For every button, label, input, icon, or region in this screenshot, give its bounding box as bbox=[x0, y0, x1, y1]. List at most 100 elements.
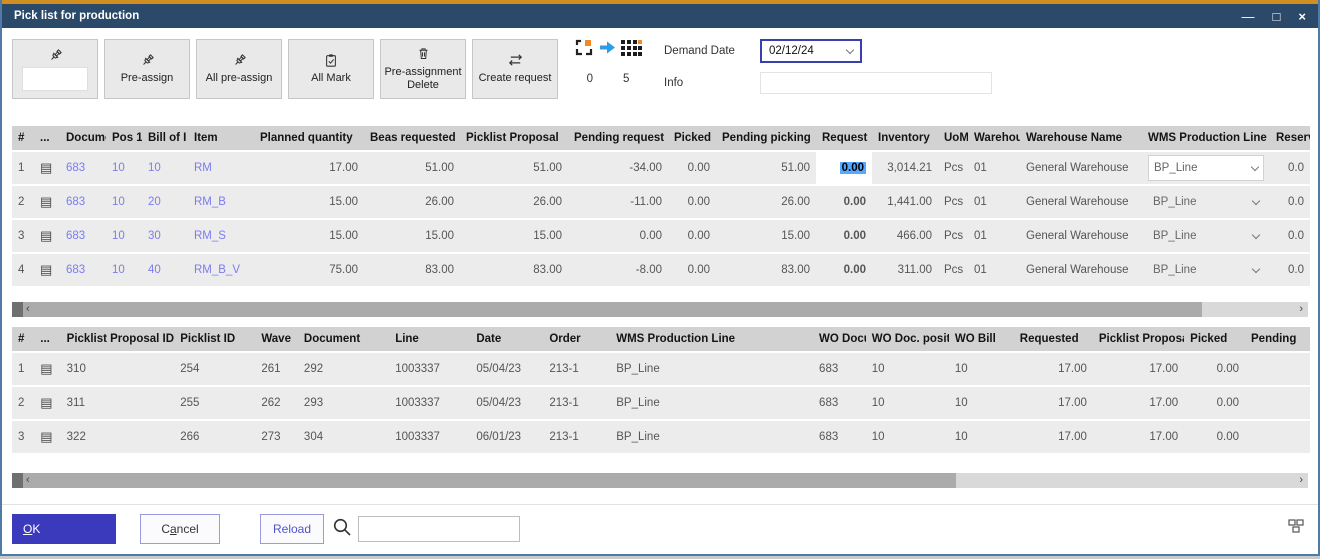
col-header-wo_bill[interactable]: WO Bill bbox=[949, 327, 1014, 351]
col-header-wo_doc[interactable]: WO Docum bbox=[813, 327, 866, 351]
table-row[interactable]: 1▤6831010RM17.0051.0051.00-34.000.0051.0… bbox=[12, 152, 1310, 184]
col-header-date[interactable]: Date bbox=[470, 327, 543, 351]
col-header-reserved[interactable]: Reserved bbox=[1270, 126, 1310, 150]
table1-horizontal-scrollbar[interactable]: ‹ › bbox=[12, 302, 1308, 317]
col-header-pending_picking[interactable]: Pending picking bbox=[716, 126, 816, 150]
row-details-icon[interactable]: ▤ bbox=[40, 194, 52, 209]
close-icon[interactable]: × bbox=[1298, 10, 1306, 23]
wms-line-dropdown[interactable]: BP_Line bbox=[1148, 223, 1264, 249]
col-header-uom[interactable]: UoM bbox=[938, 126, 968, 150]
scroll-left-icon[interactable]: ‹ bbox=[23, 302, 33, 317]
col-header-requested[interactable]: Requested bbox=[1014, 327, 1093, 351]
scrollbar-thumb[interactable]: ‹ bbox=[23, 473, 956, 488]
link-bill[interactable]: 20 bbox=[148, 196, 161, 208]
col-header-line[interactable]: Line bbox=[389, 327, 470, 351]
table-row[interactable]: 4▤6831040RM_B_V75.0083.0083.00-8.000.008… bbox=[12, 254, 1310, 286]
table-row[interactable]: 3▤6831030RM_S15.0015.0015.000.000.0015.0… bbox=[12, 220, 1310, 252]
search-icon[interactable] bbox=[332, 517, 352, 542]
table-row[interactable]: 3▤322266273304100333706/01/23213-1BP_Lin… bbox=[12, 421, 1310, 453]
col-header-wave[interactable]: Wave bbox=[255, 327, 298, 351]
col-header-inventory[interactable]: Inventory bbox=[872, 126, 938, 150]
toolbar-pin-input[interactable] bbox=[22, 67, 88, 91]
link-bill[interactable]: 30 bbox=[148, 230, 161, 242]
col-header-num[interactable]: # bbox=[12, 126, 34, 150]
link-item[interactable]: RM_S bbox=[194, 230, 226, 242]
info-input[interactable] bbox=[760, 72, 992, 94]
link-bill[interactable]: 40 bbox=[148, 264, 161, 276]
col-header-expand[interactable]: ... bbox=[34, 327, 60, 351]
maximize-icon[interactable]: □ bbox=[1273, 10, 1281, 23]
cell-request[interactable]: 0.00 bbox=[816, 254, 872, 286]
row-details-icon[interactable]: ▤ bbox=[40, 395, 52, 410]
reload-button[interactable]: Reload bbox=[260, 514, 324, 544]
link-item[interactable]: RM bbox=[194, 162, 212, 174]
col-header-pending_request[interactable]: Pending request bbox=[568, 126, 668, 150]
wms-line-dropdown[interactable]: BP_Line bbox=[1148, 257, 1264, 283]
col-header-picked[interactable]: Picked bbox=[668, 126, 716, 150]
col-header-request[interactable]: Request bbox=[816, 126, 872, 150]
link-pos[interactable]: 10 bbox=[112, 264, 125, 276]
link-pos[interactable]: 10 bbox=[112, 196, 125, 208]
row-details-icon[interactable]: ▤ bbox=[40, 361, 52, 376]
cell-request[interactable]: 0.00 bbox=[816, 186, 872, 218]
col-header-picklist_proposal[interactable]: Picklist Proposal bbox=[460, 126, 568, 150]
col-header-planned_qty[interactable]: Planned quantity bbox=[254, 126, 364, 150]
col-header-wms_line[interactable]: WMS Production Line bbox=[1142, 126, 1270, 150]
col-header-pos[interactable]: Pos 1 bbox=[106, 126, 142, 150]
toolbar-button-pin-field[interactable] bbox=[12, 39, 98, 99]
col-header-item[interactable]: Item bbox=[188, 126, 254, 150]
col-header-wo_pos[interactable]: WO Doc. position bbox=[866, 327, 949, 351]
search-input[interactable] bbox=[358, 516, 520, 542]
scrollbar-thumb[interactable]: ‹ bbox=[23, 302, 1202, 317]
ok-button[interactable]: OK bbox=[12, 514, 116, 544]
col-header-expand[interactable]: ... bbox=[34, 126, 60, 150]
table2-horizontal-scrollbar[interactable]: ‹ › bbox=[12, 473, 1308, 488]
row-details-icon[interactable]: ▤ bbox=[40, 262, 52, 277]
col-header-pending[interactable]: Pending bbox=[1245, 327, 1310, 351]
col-header-warehouse_name[interactable]: Warehouse Name bbox=[1020, 126, 1142, 150]
col-header-wms[interactable]: WMS Production Line bbox=[610, 327, 813, 351]
link-document[interactable]: 683 bbox=[66, 196, 85, 208]
form-settings-icon[interactable] bbox=[1288, 519, 1304, 538]
table-row[interactable]: 2▤6831020RM_B15.0026.0026.00-11.000.0026… bbox=[12, 186, 1310, 218]
toolbar-button-pre-assignment-delete[interactable]: Pre-assignment Delete bbox=[380, 39, 466, 99]
link-document[interactable]: 683 bbox=[66, 162, 85, 174]
link-document[interactable]: 683 bbox=[66, 230, 85, 242]
col-header-picked[interactable]: Picked bbox=[1184, 327, 1245, 351]
cell-request[interactable]: 0.00 bbox=[816, 220, 872, 252]
table-row[interactable]: 1▤310254261292100333705/04/23213-1BP_Lin… bbox=[12, 353, 1310, 385]
wms-line-dropdown[interactable]: BP_Line bbox=[1148, 189, 1264, 215]
toolbar-button-pre-assign[interactable]: Pre-assign bbox=[104, 39, 190, 99]
col-header-order[interactable]: Order bbox=[543, 327, 610, 351]
toolbar-button-all-pre-assign[interactable]: All pre-assign bbox=[196, 39, 282, 99]
col-header-ppid[interactable]: Picklist Proposal ID bbox=[61, 327, 175, 351]
link-item[interactable]: RM_B_V bbox=[194, 264, 240, 276]
col-header-document[interactable]: Docume bbox=[60, 126, 106, 150]
minimize-icon[interactable]: — bbox=[1242, 10, 1255, 23]
col-header-ppl[interactable]: Picklist Proposal bbox=[1093, 327, 1184, 351]
col-header-document[interactable]: Document bbox=[298, 327, 389, 351]
col-header-beas_requested[interactable]: Beas requested bbox=[364, 126, 460, 150]
link-pos[interactable]: 10 bbox=[112, 162, 125, 174]
col-header-pid[interactable]: Picklist ID bbox=[174, 327, 255, 351]
scroll-right-icon[interactable]: › bbox=[1296, 473, 1306, 488]
toolbar-button-create-request[interactable]: Create request bbox=[472, 39, 558, 99]
demand-date-combo[interactable]: 02/12/24 bbox=[760, 39, 862, 63]
row-details-icon[interactable]: ▤ bbox=[40, 160, 52, 175]
link-bill[interactable]: 10 bbox=[148, 162, 161, 174]
col-header-num[interactable]: # bbox=[12, 327, 34, 351]
link-pos[interactable]: 10 bbox=[112, 230, 125, 242]
col-header-warehouse[interactable]: Warehous bbox=[968, 126, 1020, 150]
table-row[interactable]: 2▤311255262293100333705/04/23213-1BP_Lin… bbox=[12, 387, 1310, 419]
request-input-selected[interactable]: 0.00 bbox=[840, 162, 866, 174]
scroll-left-icon[interactable]: ‹ bbox=[23, 473, 33, 488]
wms-line-dropdown[interactable]: BP_Line bbox=[1148, 155, 1264, 181]
row-details-icon[interactable]: ▤ bbox=[40, 228, 52, 243]
col-header-bill[interactable]: Bill of I bbox=[142, 126, 188, 150]
link-item[interactable]: RM_B bbox=[194, 196, 226, 208]
toolbar-button-all-mark[interactable]: All Mark bbox=[288, 39, 374, 99]
row-details-icon[interactable]: ▤ bbox=[40, 429, 52, 444]
link-document[interactable]: 683 bbox=[66, 264, 85, 276]
cancel-button[interactable]: Cancel bbox=[140, 514, 220, 544]
scroll-right-icon[interactable]: › bbox=[1296, 302, 1306, 317]
